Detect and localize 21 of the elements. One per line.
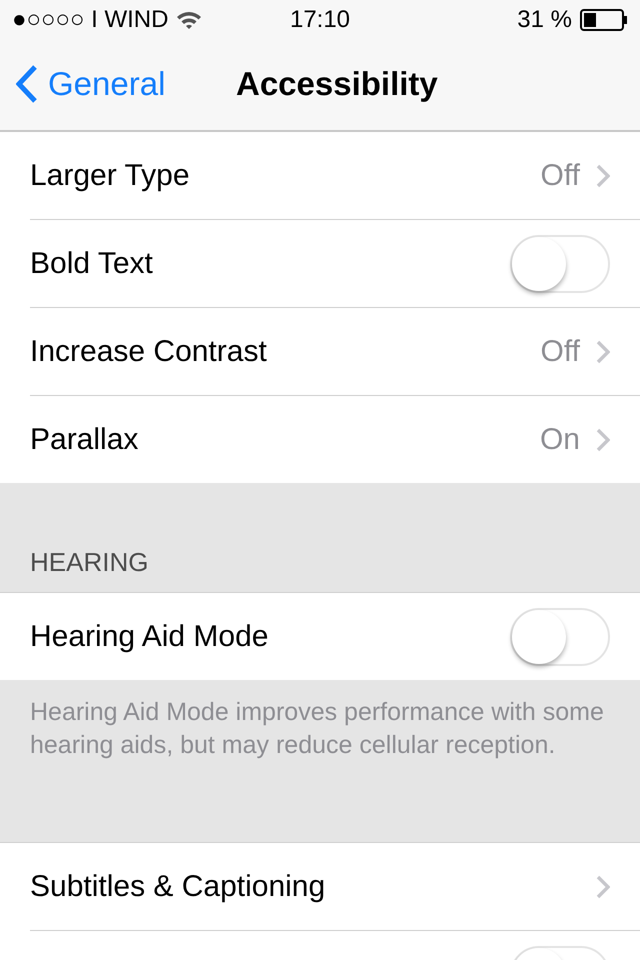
- clock: 17:10: [290, 6, 350, 34]
- row-value: On: [540, 422, 580, 456]
- chevron-icon: [596, 428, 610, 452]
- row-value: Off: [540, 158, 580, 192]
- row-label[interactable]: Bold Text: [30, 246, 510, 280]
- row-label[interactable]: Larger Type: [30, 158, 541, 192]
- row-label[interactable]: Parallax: [30, 422, 540, 456]
- chevron-left-icon: [16, 65, 38, 103]
- toggle-switch[interactable]: [510, 234, 610, 292]
- chevron-icon: [596, 164, 610, 188]
- screen-title: Accessibility: [236, 65, 438, 103]
- battery-icon: [580, 9, 628, 31]
- wifi-icon: [176, 10, 202, 30]
- carrier-label: ●○○○○ I WIND: [12, 6, 168, 34]
- chevron-icon: [596, 340, 610, 364]
- chevron-icon: [596, 874, 610, 898]
- back-button[interactable]: General: [16, 65, 206, 103]
- row-value: Off: [540, 334, 580, 368]
- battery-percent: 31 %: [517, 6, 572, 34]
- row-label[interactable]: Increase Contrast: [30, 334, 541, 368]
- toggle-switch[interactable]: [510, 608, 610, 666]
